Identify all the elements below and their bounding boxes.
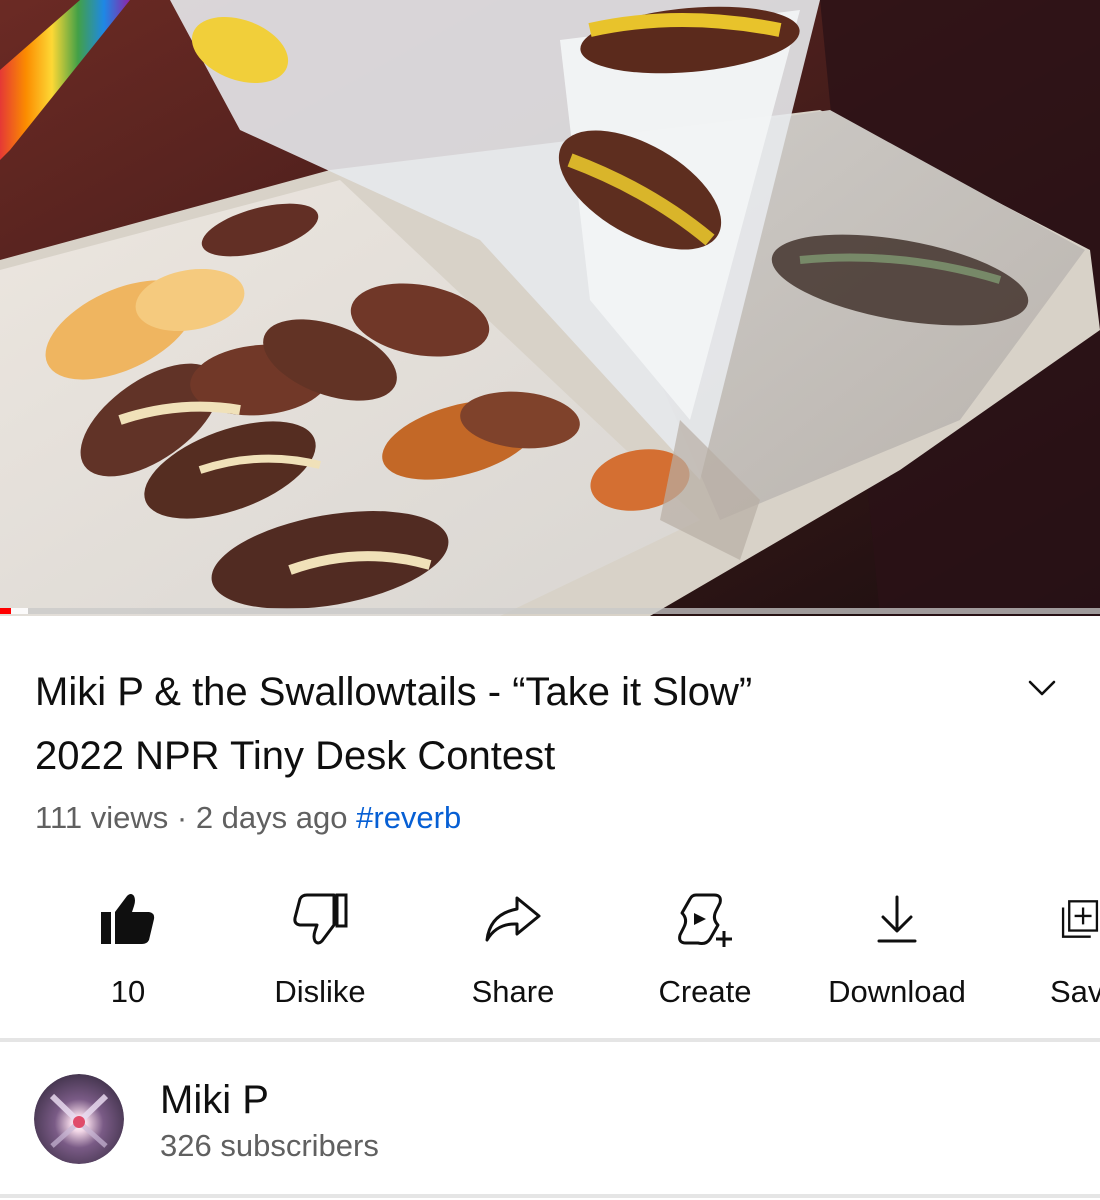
avatar-image — [34, 1074, 124, 1164]
download-icon — [877, 895, 917, 943]
channel-name: Miki P — [160, 1078, 269, 1122]
played-bar — [0, 608, 11, 614]
share-button[interactable]: Share — [423, 880, 603, 1010]
share-arrow-icon — [485, 896, 541, 942]
subscriber-count: 326 subscribers — [160, 1128, 379, 1163]
download-button[interactable]: Download — [807, 880, 987, 1010]
video-title[interactable]: Miki P & the Swallowtails - “Take it Slo… — [35, 660, 935, 788]
view-count: 111 views — [35, 800, 169, 835]
thumbs-up-filled-icon — [101, 894, 155, 944]
divider — [0, 1194, 1100, 1198]
share-label: Share — [471, 974, 555, 1009]
like-count: 10 — [110, 974, 146, 1009]
meta-separator: · — [176, 800, 188, 835]
save-label: Save — [1050, 974, 1100, 1009]
action-bar: 10 Dislike Share Create Download Sav — [0, 880, 1100, 1020]
create-remix-icon — [678, 893, 732, 947]
video-title-line-2: 2022 NPR Tiny Desk Contest — [35, 734, 556, 778]
dislike-label: Dislike — [274, 974, 366, 1009]
dislike-button[interactable]: Dislike — [230, 880, 410, 1010]
create-button[interactable]: Create — [615, 880, 795, 1010]
channel-avatar[interactable] — [34, 1074, 124, 1164]
youtube-watch-page: Miki P & the Swallowtails - “Take it Slo… — [0, 0, 1100, 1200]
upload-age: 2 days ago — [195, 800, 348, 835]
progress-bar[interactable] — [0, 608, 1100, 614]
chevron-down-icon — [1028, 680, 1056, 696]
like-button[interactable]: 10 — [38, 880, 218, 1010]
save-button[interactable]: Save — [996, 880, 1100, 1010]
divider — [0, 1038, 1100, 1042]
expand-description-button[interactable] — [1020, 668, 1064, 708]
video-title-line-1: Miki P & the Swallowtails - “Take it Slo… — [35, 670, 753, 714]
create-label: Create — [658, 974, 752, 1009]
video-player[interactable] — [0, 0, 1100, 616]
channel-row[interactable]: Miki P 326 subscribers — [0, 1044, 1100, 1194]
download-label: Download — [828, 974, 966, 1009]
buffered-bar — [11, 608, 28, 614]
hashtag-link[interactable]: #reverb — [356, 800, 461, 835]
video-frame — [0, 0, 1100, 616]
save-playlist-icon — [1061, 900, 1099, 938]
thumbs-down-outline-icon — [293, 893, 348, 945]
video-meta: 111 views · 2 days ago #reverb — [35, 800, 461, 836]
